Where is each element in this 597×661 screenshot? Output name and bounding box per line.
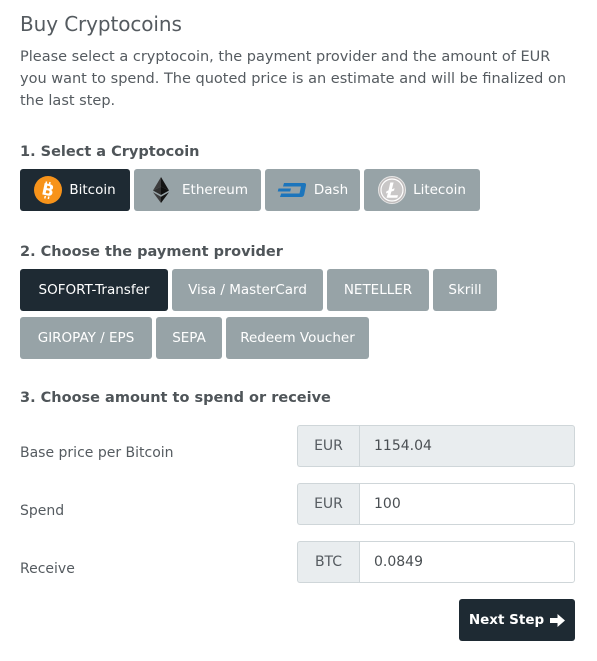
receive-currency: BTC <box>297 541 359 583</box>
intro-text: Please select a cryptocoin, the payment … <box>20 49 567 109</box>
receive-amount-input[interactable] <box>359 541 575 583</box>
base-price-label: Base price per Bitcoin <box>20 445 174 461</box>
spend-amount-input[interactable] <box>359 483 575 525</box>
base-price-input-group: EUR <box>297 425 575 467</box>
provider-selector-row-2: GIROPAY / EPS SEPA Redeem Voucher <box>20 317 369 359</box>
provider-visa-mastercard-button[interactable]: Visa / MasterCard <box>172 269 323 311</box>
spend-input-group: EUR <box>297 483 575 525</box>
step1-title: 1. Select a Cryptocoin <box>20 144 200 160</box>
receive-label: Receive <box>20 561 75 577</box>
ethereum-icon <box>147 176 175 204</box>
provider-sepa-button[interactable]: SEPA <box>156 317 222 359</box>
coin-label: Dash <box>313 182 349 198</box>
coin-label: Ethereum <box>182 182 248 198</box>
spend-currency: EUR <box>297 483 359 525</box>
coin-selector: B Bitcoin Ethereum Dash Litecoin <box>20 169 480 211</box>
provider-skrill-button[interactable]: Skrill <box>433 269 497 311</box>
coin-bitcoin-button[interactable]: B Bitcoin <box>20 169 130 211</box>
bitcoin-icon: B <box>34 176 63 204</box>
litecoin-icon <box>378 176 407 204</box>
base-price-row: Base price per Bitcoin EUR <box>20 425 575 467</box>
receive-row: Receive BTC <box>20 541 575 583</box>
coin-dash-button[interactable]: Dash <box>265 169 360 211</box>
receive-input-group: BTC <box>297 541 575 583</box>
coin-label: Litecoin <box>413 182 466 198</box>
dash-icon <box>277 176 307 204</box>
spend-row: Spend EUR <box>20 483 575 525</box>
page-title: Buy Cryptocoins <box>20 12 182 36</box>
base-price-field <box>359 425 575 467</box>
provider-giropay-eps-button[interactable]: GIROPAY / EPS <box>20 317 152 359</box>
coin-litecoin-button[interactable]: Litecoin <box>364 169 480 211</box>
spend-label: Spend <box>20 503 65 519</box>
coin-label: Bitcoin <box>69 182 116 198</box>
base-price-currency: EUR <box>297 425 359 467</box>
step2-title: 2. Choose the payment provider <box>20 244 283 260</box>
provider-neteller-button[interactable]: NETELLER <box>327 269 429 311</box>
arrow-right-icon <box>550 613 566 627</box>
provider-sofort-button[interactable]: SOFORT-Transfer <box>20 269 168 311</box>
next-step-button[interactable]: Next Step <box>459 599 575 641</box>
next-step-label: Next Step <box>468 612 545 628</box>
provider-selector-row-1: SOFORT-Transfer Visa / MasterCard NETELL… <box>20 269 497 311</box>
step3-title: 3. Choose amount to spend or receive <box>20 390 331 406</box>
coin-ethereum-button[interactable]: Ethereum <box>134 169 261 211</box>
provider-redeem-voucher-button[interactable]: Redeem Voucher <box>226 317 369 359</box>
